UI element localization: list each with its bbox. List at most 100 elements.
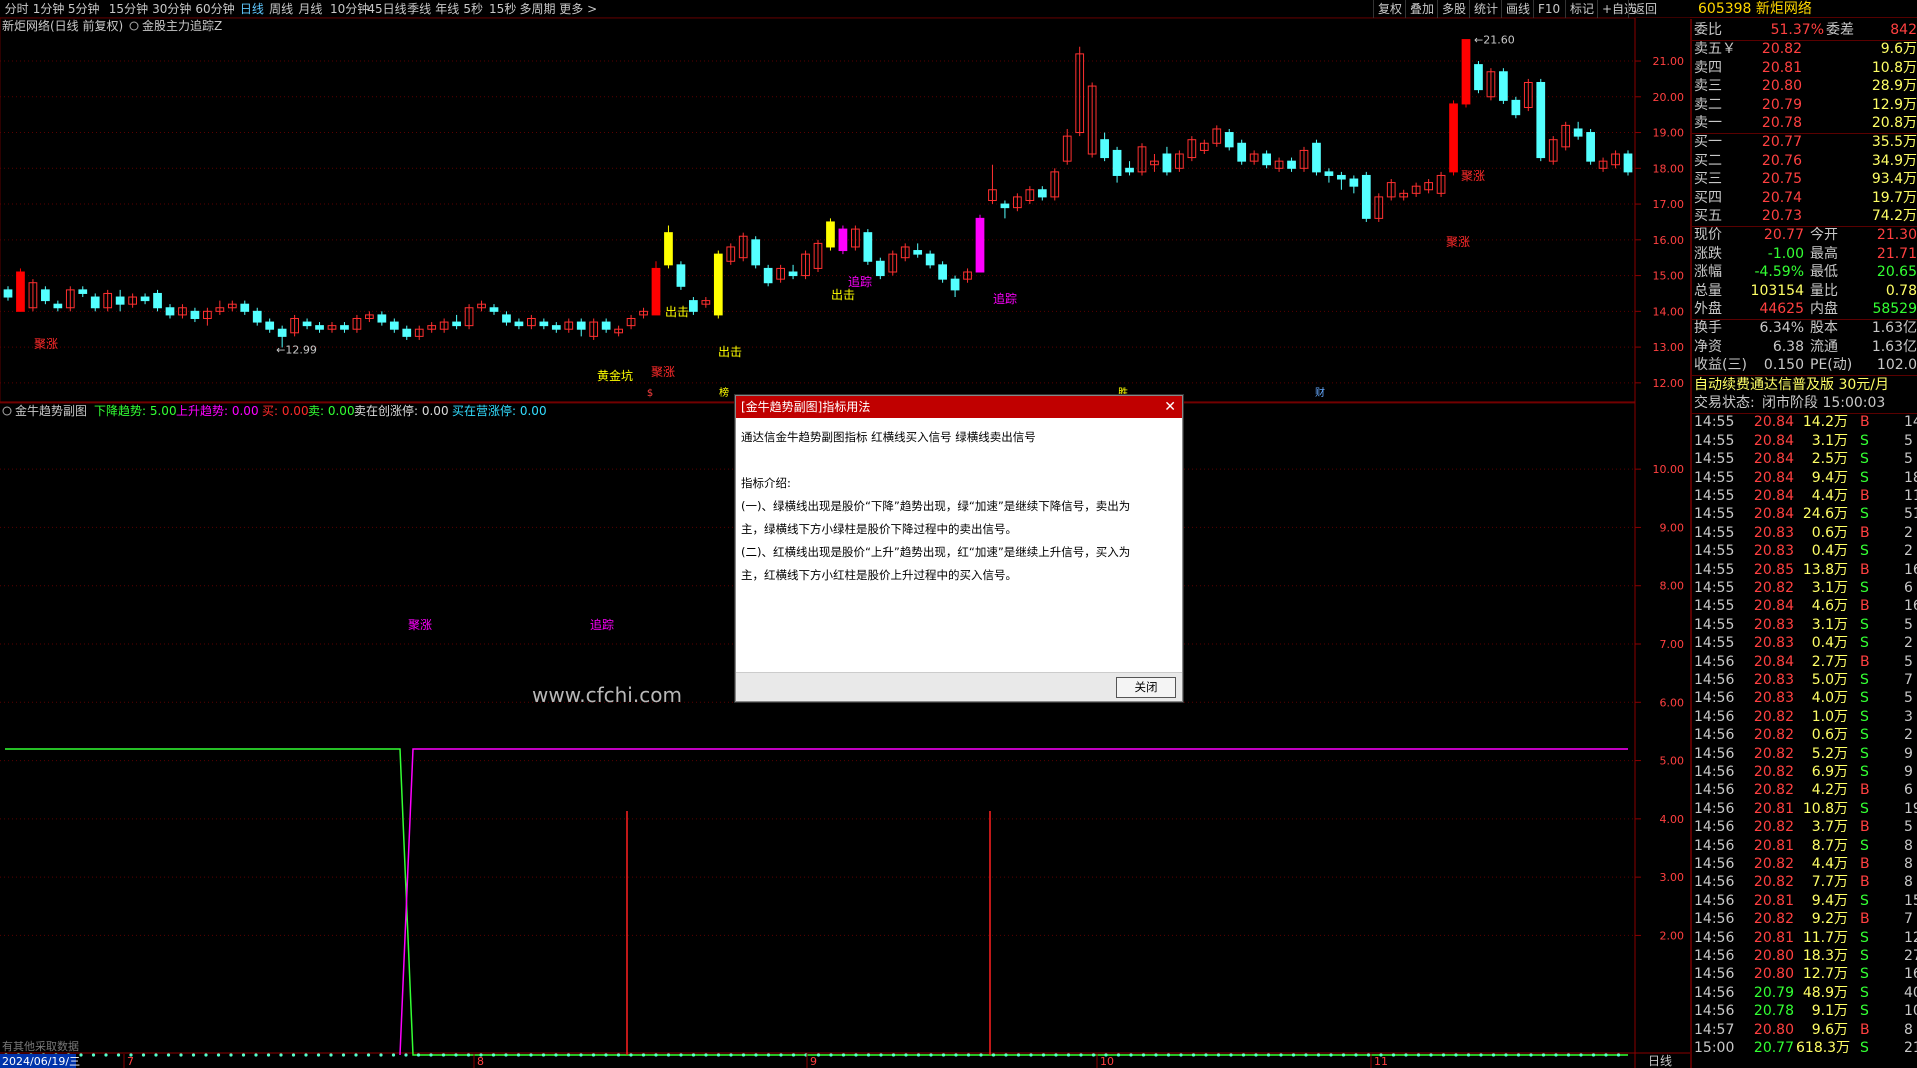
- period-tab-0[interactable]: 分时: [5, 0, 29, 18]
- candle: [1623, 150, 1633, 176]
- candle: [1411, 182, 1421, 197]
- indicator-settings-icon[interactable]: [129, 21, 139, 31]
- candle: [1536, 78, 1546, 162]
- candle: [664, 225, 673, 269]
- candle: [589, 318, 599, 340]
- cell: 20.65: [1876, 264, 1917, 281]
- candle: [801, 250, 810, 280]
- event-marker[interactable]: 财: [1315, 386, 1325, 399]
- period-tab-3[interactable]: 15分钟: [109, 0, 148, 18]
- candle: [813, 239, 823, 272]
- cell: 51.37%: [1770, 22, 1824, 38]
- period-tab-15[interactable]: 多周期: [519, 0, 555, 18]
- cell: 9.2万: [1811, 911, 1848, 928]
- toolbar-button-2[interactable]: 多股: [1437, 0, 1470, 18]
- candle: [676, 261, 686, 290]
- cell: 2: [1904, 524, 1913, 541]
- price-axis-tick: 18.00: [1653, 162, 1685, 175]
- cell: 20.82: [1753, 708, 1794, 725]
- cell: 20.81: [1753, 800, 1794, 817]
- candle: [178, 304, 187, 319]
- sub-indicator-settings-icon[interactable]: [2, 406, 12, 416]
- cell: 9: [1904, 745, 1913, 762]
- toolbar-button-0[interactable]: 复权: [1373, 0, 1406, 18]
- tick-row: 14:56 20.84 2.7万 B 5: [1692, 653, 1917, 671]
- period-tab-4[interactable]: 30分钟: [152, 0, 191, 18]
- candle: [1461, 39, 1471, 108]
- period-tab-8[interactable]: 月线: [298, 0, 322, 18]
- cell: 20.84: [1753, 469, 1794, 486]
- period-tab-9[interactable]: 10分钟: [330, 0, 369, 18]
- signal-label: 追踪: [993, 291, 1017, 306]
- period-indicator[interactable]: 日线: [1648, 1054, 1672, 1068]
- period-tab-6[interactable]: 日线: [240, 0, 264, 18]
- cell: 20.77: [1753, 1040, 1794, 1056]
- price-axis-tick: 19.00: [1653, 127, 1685, 140]
- cell: 14:56: [1694, 856, 1735, 872]
- cell: 4.4万: [1811, 856, 1848, 872]
- toolbar-button-4[interactable]: 画线: [1501, 0, 1534, 18]
- candle: [1237, 139, 1247, 165]
- signal-label: 聚涨: [34, 336, 58, 351]
- ask-row: 卖二 20.79 12.9万: [1692, 96, 1917, 114]
- event-marker[interactable]: $: [647, 388, 653, 399]
- cell: 14:56: [1694, 1003, 1735, 1020]
- cell: S: [1860, 1040, 1869, 1056]
- quote-panel: 委比 51.37% 委差 842 卖五￥ 20.82 9.6万 卖四 20.81 10.8万 卖三 2…: [1690, 19, 1917, 1068]
- candle: [477, 300, 486, 312]
- cell: 12.9万: [1871, 96, 1917, 113]
- period-tab-10[interactable]: 45日线: [367, 0, 406, 18]
- period-tab-16[interactable]: 更多 >: [559, 0, 597, 18]
- cell: 现价: [1694, 227, 1722, 244]
- candle: [1586, 128, 1595, 165]
- tick-row: 14:55 20.84 24.6万 S 51: [1692, 505, 1917, 523]
- stat-row: 涨幅 -4.59% 最低 20.65: [1692, 263, 1917, 281]
- candle: [1287, 157, 1296, 172]
- candle: [551, 322, 561, 333]
- period-tab-11[interactable]: 季线: [407, 0, 431, 18]
- cell: S: [1860, 506, 1869, 523]
- candle: [1025, 186, 1035, 205]
- tick-row: 14:56 20.81 10.8万 S 19: [1692, 800, 1917, 818]
- month-tick: 7: [127, 1055, 134, 1068]
- period-tab-1[interactable]: 1分钟: [33, 0, 65, 18]
- close-icon[interactable]: ✕: [1164, 396, 1176, 418]
- cell: 20.82: [1753, 727, 1794, 744]
- period-tab-5[interactable]: 60分钟: [195, 0, 234, 18]
- tick-row: 14:55 20.83 0.6万 B 2: [1692, 524, 1917, 542]
- toolbar-button-8[interactable]: 返回: [1628, 0, 1661, 18]
- cell: 14:55: [1694, 561, 1735, 578]
- toolbar-button-6[interactable]: 标记: [1565, 0, 1598, 18]
- toolbar-button-5[interactable]: F10: [1533, 0, 1564, 18]
- cell: B: [1860, 524, 1870, 541]
- period-tab-7[interactable]: 周线: [269, 0, 293, 18]
- cell: 14:56: [1694, 837, 1735, 854]
- cell: 8.7万: [1811, 837, 1848, 854]
- cell: 16: [1904, 598, 1917, 615]
- toolbar-button-3[interactable]: 统计: [1469, 0, 1502, 18]
- cell: 4.4万: [1811, 488, 1848, 504]
- period-tab-13[interactable]: 5秒: [463, 0, 483, 18]
- cell: 14:56: [1694, 874, 1735, 891]
- cell: 20.79: [1761, 96, 1802, 113]
- candle: [1249, 150, 1259, 165]
- bid-row: 买三 20.75 93.4万: [1692, 170, 1917, 188]
- cell: 20.82: [1753, 911, 1794, 928]
- period-tab-2[interactable]: 5分钟: [68, 0, 100, 18]
- sub-chart-title: 金牛趋势副图: [15, 403, 87, 418]
- candle: [888, 250, 898, 276]
- cell: B: [1860, 911, 1870, 928]
- tick-row: 14:56 20.78 9.1万 S 10: [1692, 1002, 1917, 1020]
- sub-legend-item: 卖: 0.00: [308, 404, 355, 418]
- period-tab-14[interactable]: 15秒: [489, 0, 516, 18]
- cell: 16: [1904, 966, 1917, 983]
- close-button[interactable]: 关闭: [1116, 677, 1176, 698]
- tick-row: 14:57 20.80 9.6万 B 8: [1692, 1021, 1917, 1039]
- toolbar-button-1[interactable]: 叠加: [1405, 0, 1438, 18]
- candle: [576, 318, 586, 337]
- cell: 8: [1904, 837, 1913, 854]
- period-tab-12[interactable]: 年线: [435, 0, 459, 18]
- cell: B: [1860, 653, 1870, 670]
- cell: B: [1860, 1021, 1870, 1038]
- event-marker[interactable]: 榜: [719, 386, 729, 399]
